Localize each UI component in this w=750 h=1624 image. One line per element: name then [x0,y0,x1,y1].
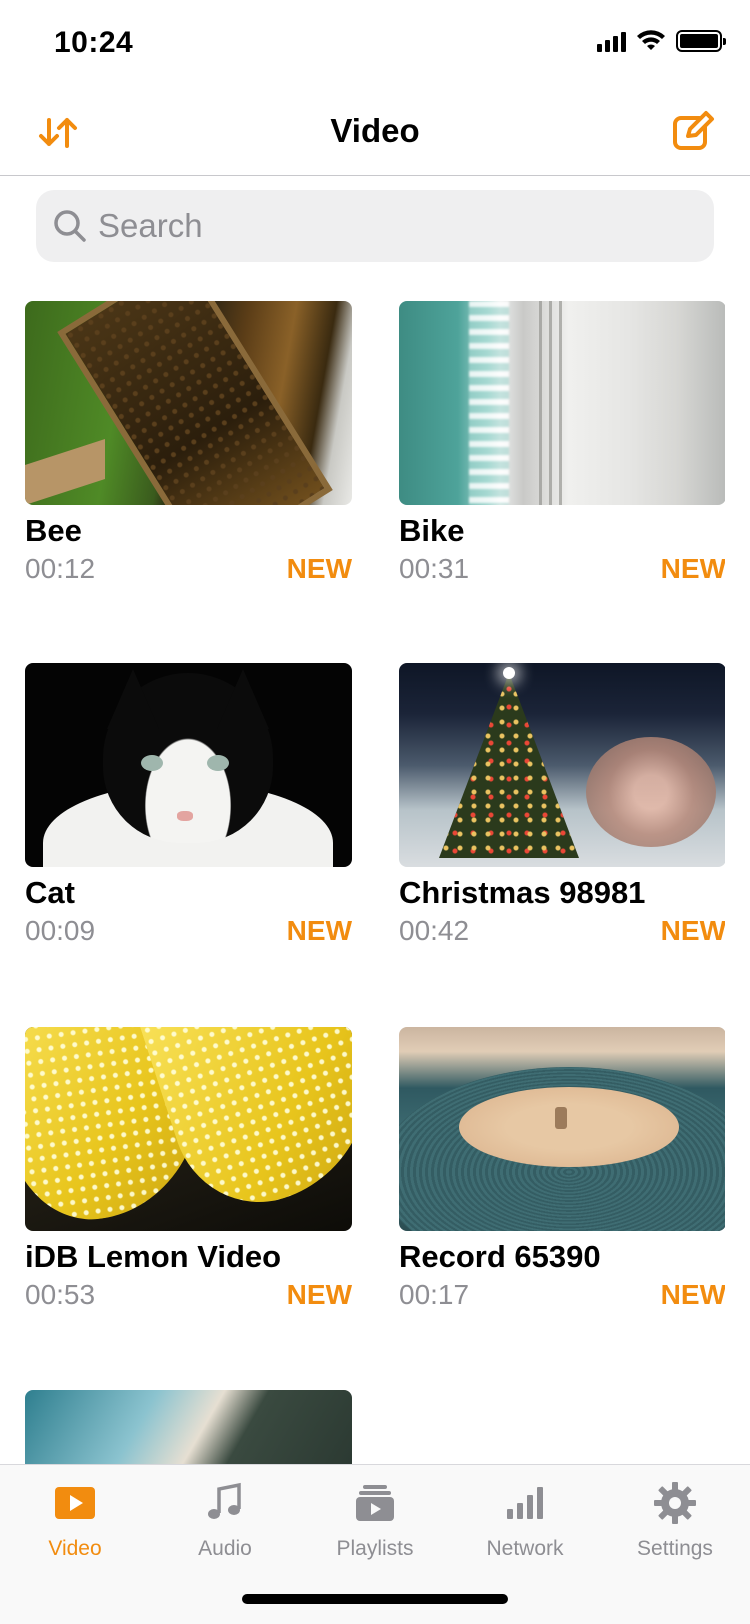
search-icon [54,210,86,242]
tab-network[interactable]: Network [450,1479,600,1579]
new-badge: NEW [286,553,352,584]
search-input[interactable] [98,207,658,245]
video-title: Record 65390 [399,1239,601,1274]
playlist-icon [356,1485,394,1521]
video-duration: 00:12 [25,553,96,584]
video-title: Bike [399,513,465,548]
video-thumbnail[interactable] [25,301,352,505]
video-title: Cat [25,875,75,910]
tab-label: Settings [637,1537,713,1560]
video-card[interactable]: Cat 00:09 NEW [25,663,352,947]
video-duration: 00:53 [25,1279,96,1310]
video-card[interactable]: Christmas 98981 00:42 NEW [399,663,725,947]
cellular-signal-icon [597,30,626,52]
status-time: 10:24 [54,26,134,59]
video-duration: 00:09 [25,915,96,946]
video-meta: 00:09 NEW [25,915,352,947]
video-thumbnail[interactable] [25,1390,352,1464]
video-meta: 00:31 NEW [399,553,725,585]
video-meta: 00:12 NEW [25,553,352,585]
video-title: Christmas 98981 [399,875,646,910]
new-badge: NEW [660,553,725,584]
tab-audio[interactable]: Audio [150,1479,300,1579]
tab-playlists[interactable]: Playlists [300,1479,450,1579]
tab-label: Audio [198,1537,252,1560]
wifi-icon [637,30,665,50]
video-card[interactable]: Bee 00:12 NEW [25,301,352,585]
video-card[interactable]: Record 65390 00:17 NEW [399,1027,725,1311]
status-icons [597,30,726,52]
tab-label: Network [486,1537,564,1560]
status-bar: 10:24 [0,0,750,90]
video-title: iDB Lemon Video [25,1239,282,1274]
video-duration: 00:42 [399,915,470,946]
music-note-icon [208,1482,241,1519]
video-thumbnail[interactable] [399,663,725,867]
video-thumbnail[interactable] [25,1027,352,1231]
video-duration: 00:31 [399,553,470,584]
video-meta: 00:42 NEW [399,915,725,947]
edit-icon[interactable] [670,108,716,154]
navigation-bar: Video [0,90,750,176]
new-badge: NEW [286,915,352,946]
new-badge: NEW [286,1279,352,1310]
video-meta: 00:53 NEW [25,1279,352,1311]
video-thumbnail[interactable] [399,1027,725,1231]
network-bars-icon [507,1487,543,1519]
video-thumbnail[interactable] [399,301,725,505]
home-indicator[interactable] [242,1594,508,1604]
page-title: Video [330,112,420,149]
video-card[interactable]: iDB Lemon Video 00:53 NEW [25,1027,352,1311]
video-card[interactable]: Bike 00:31 NEW [399,301,725,585]
tab-label: Playlists [336,1537,414,1560]
gear-icon [654,1482,696,1524]
play-icon [55,1487,95,1519]
video-duration: 00:17 [399,1279,470,1310]
video-grid: Bee 00:12 NEW Bike 00:31 NEW Cat 00:09 N… [25,301,725,1464]
search-bar[interactable] [36,190,714,262]
tab-settings[interactable]: Settings [600,1479,750,1579]
tab-video[interactable]: Video [0,1479,150,1579]
video-title: Bee [25,513,82,548]
tab-label: Video [48,1537,102,1560]
battery-icon [676,30,726,52]
video-meta: 00:17 NEW [399,1279,725,1311]
new-badge: NEW [660,1279,725,1310]
new-badge: NEW [660,915,725,946]
video-thumbnail[interactable] [25,663,352,867]
video-card[interactable] [25,1390,352,1464]
